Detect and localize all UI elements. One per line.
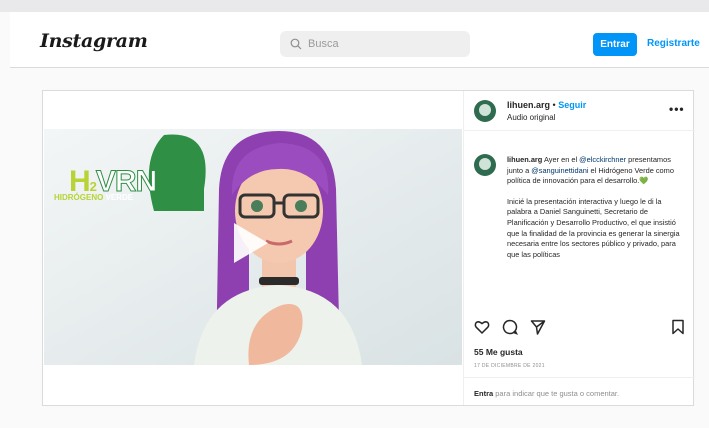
post-header: lihuen.arg • Seguir Audio original ••• — [464, 91, 695, 131]
choker — [259, 277, 299, 285]
comment-prompt: Entra para indicar que te gusta o coment… — [464, 377, 695, 405]
instagram-logo[interactable]: Instagram — [40, 30, 148, 52]
bookmark-icon[interactable] — [670, 319, 686, 335]
logo-sub-right: VERDE — [105, 193, 134, 202]
login-button[interactable]: Entrar — [593, 33, 637, 56]
mention-link-1[interactable]: @elcckirchner — [579, 155, 626, 164]
heart-icon[interactable] — [474, 319, 490, 335]
likes-count[interactable]: 55 Me gusta — [474, 347, 523, 357]
caption-username[interactable]: lihuen.arg — [507, 155, 542, 164]
top-header: Instagram Entrar Registrarte — [10, 12, 709, 68]
search-box[interactable] — [280, 31, 470, 57]
post-username-line: lihuen.arg • Seguir — [507, 100, 586, 110]
leaf-shape — [148, 134, 206, 211]
more-options-icon[interactable]: ••• — [669, 102, 685, 116]
post-actions — [474, 319, 686, 337]
video-logo-sub: HIDRÓGENO VERDE — [54, 193, 133, 202]
comment-login-link[interactable]: Entra — [474, 389, 493, 398]
browser-strip — [0, 0, 709, 12]
post-video[interactable]: H2VRN HIDRÓGENO VERDE — [44, 129, 462, 365]
post-date: 17 DE DICIEMBRE DE 2021 — [474, 363, 545, 369]
post-caption: lihuen.arg Ayer en el @elcckirchner pres… — [464, 146, 695, 304]
logo-sub-left: HIDRÓGENO — [54, 193, 104, 202]
comment-prompt-text: para indicar que te gusta o comentar. — [493, 389, 620, 398]
signup-link[interactable]: Registrarte — [647, 38, 700, 49]
mention-link-2[interactable]: @sanguinettidani — [531, 166, 588, 175]
share-icon[interactable] — [530, 319, 546, 335]
search-input[interactable] — [308, 38, 458, 50]
caption-part-1: Ayer en el — [542, 155, 580, 164]
audio-label[interactable]: Audio original — [507, 113, 555, 122]
separator-dot: • — [552, 100, 556, 110]
post-username[interactable]: lihuen.arg — [507, 100, 550, 110]
caption-text: lihuen.arg Ayer en el @elcckirchner pres… — [507, 155, 685, 260]
caption-paragraph-2: Inicié la presentación interactiva y lue… — [507, 196, 680, 259]
green-heart-emoji: 💚 — [639, 176, 649, 186]
follow-button[interactable]: Seguir — [558, 100, 586, 110]
page: Instagram Entrar Registrarte — [0, 0, 709, 428]
comment-icon[interactable] — [502, 319, 518, 335]
search-icon — [290, 38, 302, 50]
post-sidebar: lihuen.arg • Seguir Audio original ••• l… — [463, 91, 695, 405]
post-card: H2VRN HIDRÓGENO VERDE lihuen.arg • Segui… — [42, 90, 695, 406]
caption-avatar[interactable] — [474, 154, 496, 176]
avatar[interactable] — [474, 100, 496, 122]
